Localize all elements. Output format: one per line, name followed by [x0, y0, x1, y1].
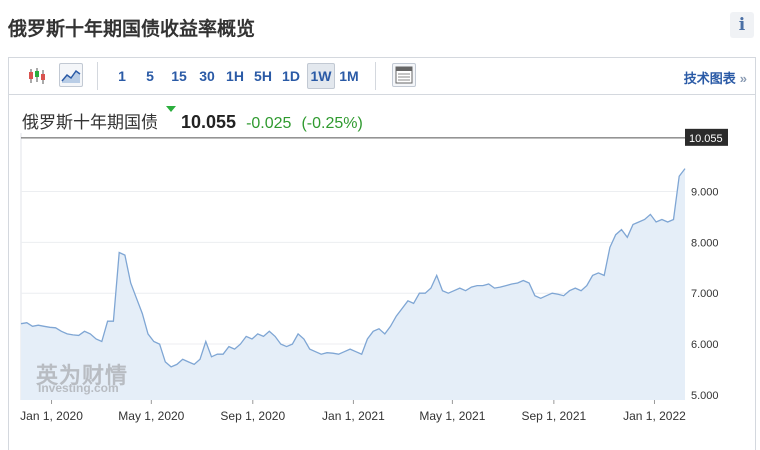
y-tick-label: 5.000: [691, 390, 719, 402]
x-tick-label: May 1, 2021: [419, 409, 485, 423]
x-tick-label: Jan 1, 2020: [20, 409, 83, 423]
x-tick-label: Jan 1, 2022: [623, 409, 686, 423]
y-tick-label: 7.000: [691, 288, 719, 300]
last-value-label: 10.055: [689, 133, 723, 145]
y-tick-label: 6.000: [691, 339, 719, 351]
y-tick-label: 8.000: [691, 237, 719, 249]
x-tick-label: Sep 1, 2021: [521, 409, 586, 423]
x-tick-label: May 1, 2020: [118, 409, 184, 423]
y-tick-label: 9.000: [691, 186, 719, 198]
watermark-en: Investing.com: [38, 381, 119, 395]
x-tick-label: Jan 1, 2021: [322, 409, 385, 423]
x-tick-label: Sep 1, 2020: [220, 409, 285, 423]
